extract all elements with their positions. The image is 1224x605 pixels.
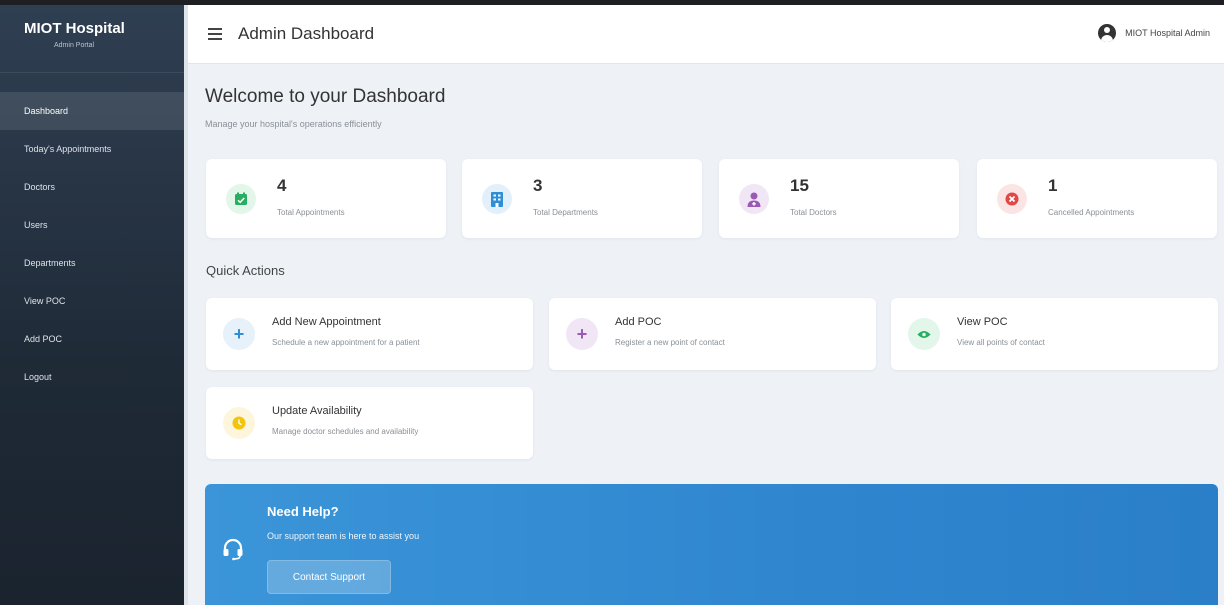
stat-value: 3 [533,176,543,195]
update-availability-action[interactable]: Update Availability Manage doctor schedu… [206,387,533,459]
stat-card-departments: 3 Total Departments [462,159,702,238]
help-title: Need Help? [267,504,339,519]
user-menu[interactable]: MIOT Hospital Admin [1098,24,1210,42]
action-desc: Manage doctor schedules and availability [272,427,419,436]
building-icon [482,184,512,214]
stat-value: 1 [1048,176,1058,195]
brand-title: MIOT Hospital [24,20,125,37]
sidebar: MIOT Hospital Admin Portal Dashboard Tod… [0,5,184,605]
action-desc: View all points of contact [957,338,1045,347]
sidebar-item-add-poc[interactable]: Add POC [0,320,184,358]
welcome-title: Welcome to your Dashboard [205,86,446,107]
sidebar-item-view-poc[interactable]: View POC [0,282,184,320]
headset-icon [221,537,245,561]
action-desc: Register a new point of contact [615,338,725,347]
action-desc: Schedule a new appointment for a patient [272,338,420,347]
page-title: Admin Dashboard [238,24,375,43]
doctor-icon [739,184,769,214]
user-name: MIOT Hospital Admin [1125,28,1210,38]
contact-support-button[interactable]: Contact Support [267,560,391,594]
quick-actions-title: Quick Actions [206,263,285,278]
view-poc-action[interactable]: View POC View all points of contact [891,298,1218,370]
sidebar-item-todays-appointments[interactable]: Today's Appointments [0,130,184,168]
stat-label: Cancelled Appointments [1048,208,1135,217]
sidebar-divider [184,5,188,605]
stat-value: 15 [790,176,809,195]
action-name: Update Availability [272,405,362,417]
plus-icon: + [223,318,255,350]
cancel-circle-icon [997,184,1027,214]
stat-value: 4 [277,176,287,195]
welcome-subtitle: Manage your hospital's operations effici… [205,119,382,129]
stat-label: Total Departments [533,208,598,217]
menu-toggle-icon[interactable] [208,28,222,40]
stat-card-doctors: 15 Total Doctors [719,159,959,238]
sidebar-nav: Dashboard Today's Appointments Doctors U… [0,92,184,396]
add-poc-action[interactable]: + Add POC Register a new point of contac… [549,298,876,370]
top-header: Admin Dashboard MIOT Hospital Admin [188,5,1224,64]
help-banner: Need Help? Our support team is here to a… [205,484,1218,605]
sidebar-item-doctors[interactable]: Doctors [0,168,184,206]
stat-label: Total Doctors [790,208,837,217]
stat-card-appointments: 4 Total Appointments [206,159,446,238]
action-name: View POC [957,316,1008,328]
calendar-check-icon [226,184,256,214]
plus-icon: + [566,318,598,350]
clock-icon [223,407,255,439]
action-name: Add POC [615,316,662,328]
user-avatar-icon [1098,24,1117,42]
help-description: Our support team is here to assist you [267,531,420,541]
sidebar-item-departments[interactable]: Departments [0,244,184,282]
action-name: Add New Appointment [272,316,381,328]
brand: MIOT Hospital Admin Portal [0,5,184,73]
sidebar-item-logout[interactable]: Logout [0,358,184,396]
brand-subtitle: Admin Portal [54,42,95,49]
eye-icon [908,318,940,350]
add-appointment-action[interactable]: + Add New Appointment Schedule a new app… [206,298,533,370]
sidebar-item-users[interactable]: Users [0,206,184,244]
stat-card-cancelled: 1 Cancelled Appointments [977,159,1217,238]
stat-label: Total Appointments [277,208,345,217]
sidebar-item-dashboard[interactable]: Dashboard [0,92,184,130]
